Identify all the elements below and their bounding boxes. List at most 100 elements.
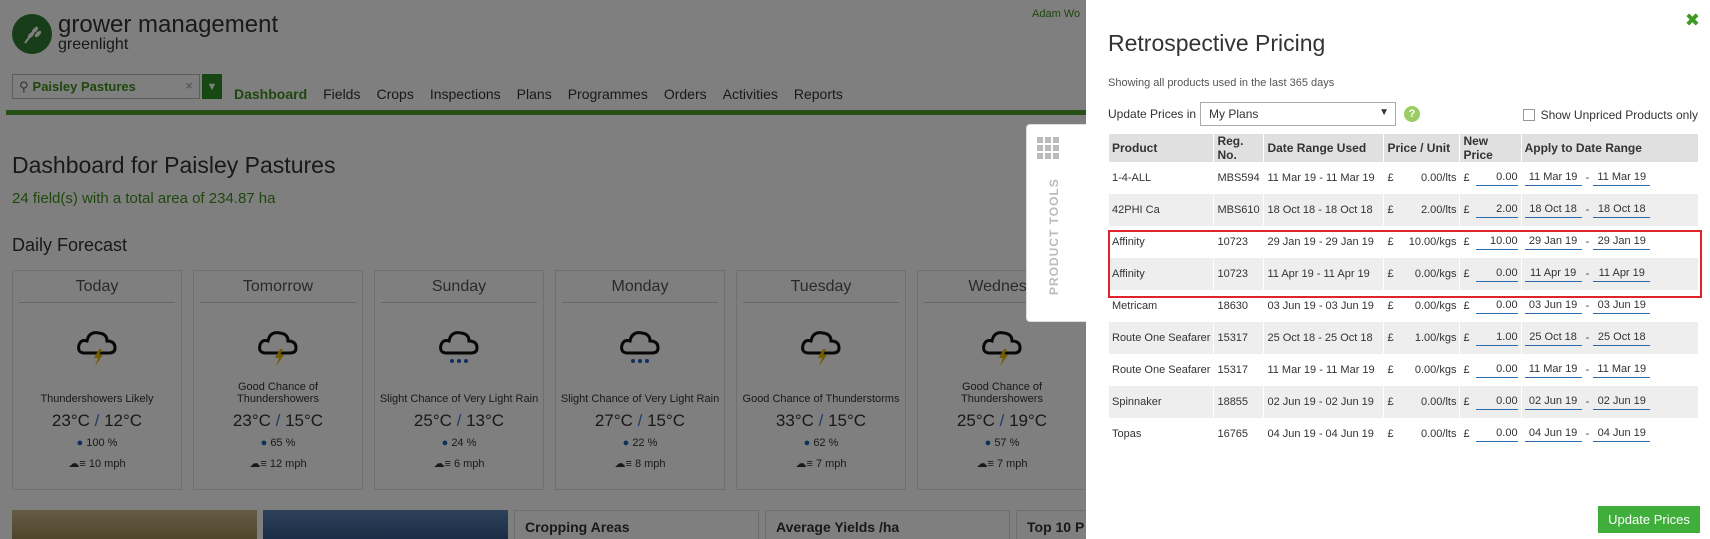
apply-range-cell: 04 Jun 19-04 Jun 19 bbox=[1520, 418, 1698, 450]
col-apply-range: Apply to Date Range bbox=[1520, 134, 1698, 162]
reg-no: MBS594 bbox=[1213, 162, 1264, 194]
unit-price: 0.00/kgs bbox=[1414, 300, 1457, 312]
product-name: Route One Seafarer bbox=[1107, 322, 1214, 354]
apply-to-date-input[interactable]: 11 Mar 19 bbox=[1593, 171, 1651, 186]
currency-symbol: £ bbox=[1387, 172, 1394, 184]
currency-symbol: £ bbox=[1387, 300, 1394, 312]
date-range-used: 11 Mar 19 - 11 Mar 19 bbox=[1263, 162, 1384, 194]
apply-range-cell: 11 Mar 19-11 Mar 19 bbox=[1520, 162, 1698, 194]
apply-to-date-input[interactable]: 04 Jun 19 bbox=[1593, 427, 1651, 442]
table-row: 1-4-ALL MBS594 11 Mar 19 - 11 Mar 19 £0.00/… bbox=[1107, 162, 1698, 194]
apply-from-date-input[interactable]: 18 Oct 18 bbox=[1524, 203, 1582, 218]
apply-to-date-input[interactable]: 03 Jun 19 bbox=[1593, 299, 1651, 314]
grid-icon bbox=[1037, 137, 1059, 159]
apply-from-date-input[interactable]: 04 Jun 19 bbox=[1524, 427, 1582, 442]
date-range-used: 02 Jun 19 - 02 Jun 19 bbox=[1263, 386, 1384, 418]
currency-symbol: £ bbox=[1387, 332, 1394, 344]
apply-from-date-input[interactable]: 11 Mar 19 bbox=[1524, 171, 1582, 186]
currency-symbol: £ bbox=[1463, 428, 1470, 440]
modal-backdrop[interactable] bbox=[0, 0, 1086, 539]
product-name: Topas bbox=[1107, 418, 1214, 450]
currency-symbol: £ bbox=[1463, 172, 1470, 184]
close-icon[interactable]: ✖ bbox=[1685, 10, 1700, 31]
col-reg-no: Reg. No. bbox=[1213, 134, 1264, 162]
price-per-unit: £1.00/kgs bbox=[1383, 322, 1460, 354]
plan-select[interactable]: My Plans ▼ bbox=[1200, 102, 1397, 126]
new-price-cell: £0.00 bbox=[1459, 418, 1522, 450]
panel-subtitle: Showing all products used in the last 36… bbox=[1108, 77, 1335, 89]
table-row: Route One Seafarer 15317 25 Oct 18 - 25 Oc… bbox=[1107, 322, 1698, 354]
update-prices-row: Update Prices in My Plans ▼ ? bbox=[1108, 102, 1421, 126]
reg-no: 15317 bbox=[1213, 354, 1264, 386]
table-row: Topas 16765 04 Jun 19 - 04 Jun 19 £0.00/lts… bbox=[1107, 418, 1698, 450]
apply-to-date-input[interactable]: 18 Oct 18 bbox=[1593, 203, 1651, 218]
range-dash: - bbox=[1585, 364, 1590, 376]
date-range-used: 25 Oct 18 - 25 Oct 18 bbox=[1263, 322, 1384, 354]
unit-price: 2.00/lts bbox=[1420, 204, 1457, 216]
update-prices-label: Update Prices in bbox=[1108, 107, 1197, 121]
apply-from-date-input[interactable]: 03 Jun 19 bbox=[1524, 299, 1582, 314]
table-row: Route One Seafarer 15317 11 Mar 19 - 11 Ma… bbox=[1107, 354, 1698, 386]
currency-symbol: £ bbox=[1387, 204, 1394, 216]
new-price-cell: £0.00 bbox=[1459, 354, 1522, 386]
new-price-cell: £0.00 bbox=[1459, 386, 1522, 418]
reg-no: MBS610 bbox=[1213, 194, 1264, 226]
apply-from-date-input[interactable]: 11 Mar 19 bbox=[1524, 363, 1582, 378]
product-name: 42PHI Ca bbox=[1107, 194, 1214, 226]
range-dash: - bbox=[1585, 396, 1590, 408]
new-price-input[interactable]: 2.00 bbox=[1475, 203, 1518, 218]
product-name: 1-4-ALL bbox=[1107, 162, 1214, 194]
product-name: Route One Seafarer bbox=[1107, 354, 1214, 386]
new-price-input[interactable]: 0.00 bbox=[1475, 171, 1518, 186]
price-per-unit: £0.00/lts bbox=[1383, 386, 1460, 418]
price-per-unit: £0.00/kgs bbox=[1383, 354, 1460, 386]
date-range-used: 11 Mar 19 - 11 Mar 19 bbox=[1263, 354, 1384, 386]
new-price-input[interactable]: 0.00 bbox=[1475, 427, 1518, 442]
unit-price: 0.00/lts bbox=[1420, 396, 1457, 408]
update-prices-button[interactable]: Update Prices bbox=[1598, 506, 1700, 533]
price-per-unit: £0.00/lts bbox=[1383, 162, 1460, 194]
unpriced-checkbox[interactable] bbox=[1522, 109, 1535, 121]
apply-from-date-input[interactable]: 25 Oct 18 bbox=[1524, 331, 1582, 346]
currency-symbol: £ bbox=[1463, 204, 1470, 216]
apply-to-date-input[interactable]: 11 Mar 19 bbox=[1593, 363, 1651, 378]
new-price-input[interactable]: 0.00 bbox=[1475, 395, 1518, 410]
new-price-input[interactable]: 1.00 bbox=[1475, 331, 1518, 346]
apply-from-date-input[interactable]: 02 Jun 19 bbox=[1524, 395, 1582, 410]
currency-symbol: £ bbox=[1463, 332, 1470, 344]
product-tools-tab[interactable]: PRODUCT TOOLS bbox=[1026, 124, 1086, 322]
reg-no: 15317 bbox=[1213, 322, 1264, 354]
affinity-rows-highlight bbox=[1108, 230, 1702, 298]
apply-to-date-input[interactable]: 02 Jun 19 bbox=[1593, 395, 1651, 410]
new-price-input[interactable]: 0.00 bbox=[1475, 363, 1518, 378]
plan-select-value: My Plans bbox=[1209, 107, 1259, 121]
caret-down-icon: ▼ bbox=[1379, 107, 1390, 118]
unit-price: 0.00/lts bbox=[1420, 172, 1457, 184]
new-price-cell: £2.00 bbox=[1459, 194, 1522, 226]
apply-range-cell: 25 Oct 18-25 Oct 18 bbox=[1520, 322, 1698, 354]
unit-price: 0.00/lts bbox=[1420, 428, 1457, 440]
date-range-used: 04 Jun 19 - 04 Jun 19 bbox=[1263, 418, 1384, 450]
range-dash: - bbox=[1585, 172, 1590, 184]
unpriced-toggle[interactable]: Show Unpriced Products only bbox=[1522, 108, 1698, 122]
price-per-unit: £0.00/lts bbox=[1383, 418, 1460, 450]
help-icon[interactable]: ? bbox=[1404, 106, 1421, 122]
new-price-input[interactable]: 0.00 bbox=[1475, 299, 1518, 314]
currency-symbol: £ bbox=[1463, 364, 1470, 376]
range-dash: - bbox=[1585, 204, 1590, 216]
apply-to-date-input[interactable]: 25 Oct 18 bbox=[1593, 331, 1651, 346]
product-tools-label: PRODUCT TOOLS bbox=[1047, 178, 1061, 295]
col-date-range: Date Range Used bbox=[1263, 134, 1384, 162]
apply-range-cell: 11 Mar 19-11 Mar 19 bbox=[1520, 354, 1698, 386]
range-dash: - bbox=[1585, 428, 1590, 440]
col-product: Product bbox=[1107, 134, 1214, 162]
apply-range-cell: 18 Oct 18-18 Oct 18 bbox=[1520, 194, 1698, 226]
currency-symbol: £ bbox=[1387, 396, 1394, 408]
currency-symbol: £ bbox=[1463, 300, 1470, 312]
reg-no: 18855 bbox=[1213, 386, 1264, 418]
apply-range-cell: 02 Jun 19-02 Jun 19 bbox=[1520, 386, 1698, 418]
product-name: Spinnaker bbox=[1107, 386, 1214, 418]
table-row: Spinnaker 18855 02 Jun 19 - 02 Jun 19 £0.00… bbox=[1107, 386, 1698, 418]
new-price-cell: £1.00 bbox=[1459, 322, 1522, 354]
range-dash: - bbox=[1585, 300, 1590, 312]
